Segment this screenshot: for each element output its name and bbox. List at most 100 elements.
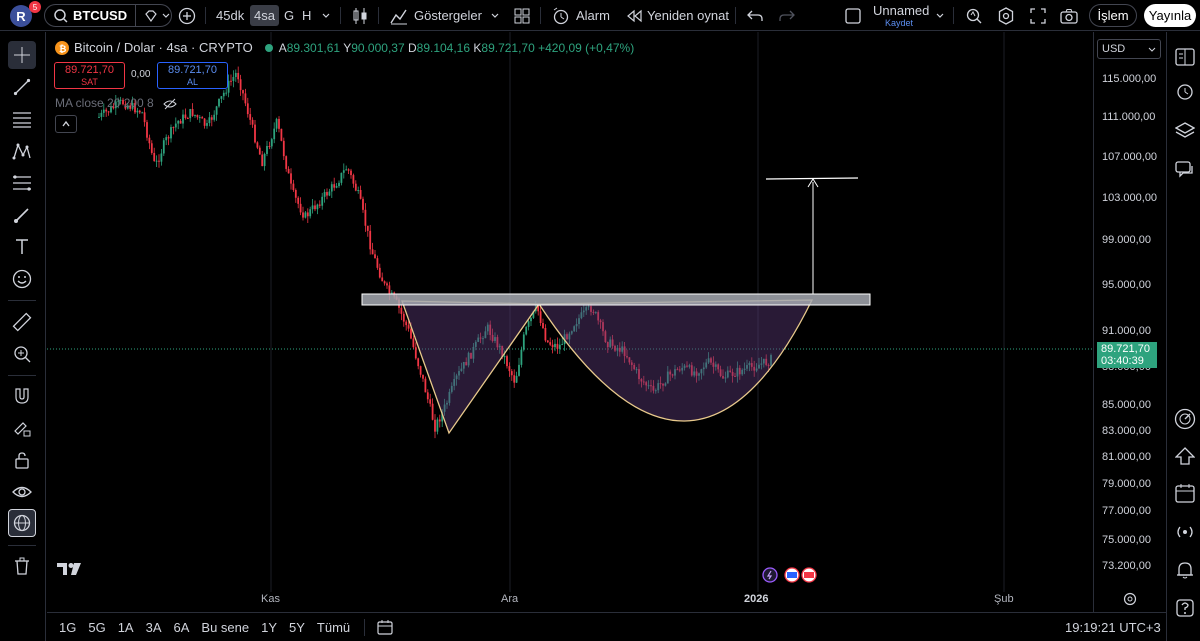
timeframe-h[interactable]: H [302,0,311,31]
magnet-tool[interactable] [8,382,36,410]
lock-tool[interactable] [8,446,36,474]
divider [205,7,206,24]
candle-body [369,230,372,250]
layout-name[interactable]: Unnamed [873,3,929,18]
range-3a[interactable]: 3A [146,620,162,635]
chevron-down-icon[interactable] [935,11,945,21]
event-icons[interactable] [762,567,817,583]
price-chart[interactable] [47,32,1093,612]
redo-icon[interactable] [779,8,795,24]
text-tool[interactable] [8,233,36,261]
layout-checkbox-icon[interactable] [845,8,861,24]
ideas-button[interactable] [1174,445,1196,467]
broadcast-button[interactable] [1174,521,1196,543]
fib-tool[interactable] [8,169,36,197]
sell-label: SAT [81,77,98,87]
timeframe-4sa[interactable]: 4sa [250,0,279,31]
trade-button[interactable]: İşlem [1089,4,1137,27]
price-axis[interactable]: USD 115.000,00 111.000,00 107.000,00 103.00… [1093,32,1165,612]
brush-tool[interactable] [8,201,36,229]
alerts-button[interactable] [1174,80,1196,102]
target-button[interactable] [1174,408,1196,430]
alarm-clock-icon[interactable] [552,7,570,25]
replay-button[interactable]: Yeniden oynat [647,0,729,31]
candle-body [527,321,530,327]
candle-body [237,72,240,80]
help-button[interactable] [1174,597,1196,619]
candle-body [102,109,105,113]
ruler-tool[interactable] [8,308,36,336]
chevron-down-icon[interactable] [490,11,500,21]
candle-body [261,154,264,167]
global-drawings-tool[interactable] [8,509,36,537]
range-1a[interactable]: 1A [118,620,134,635]
neckline-rectangle[interactable] [361,293,871,306]
chevron-down-icon[interactable] [161,11,171,21]
range-all[interactable]: Tümü [317,620,350,635]
utc-clock[interactable]: 19:19:21 UTC+3 [1065,620,1161,635]
price-tick-label: 85.000,00 [1102,399,1151,411]
horizontal-lines-tool[interactable] [8,105,36,133]
candle-body [234,72,237,77]
chevron-down-icon[interactable] [321,11,331,21]
notifications-button[interactable] [1174,559,1196,581]
visibility-tool[interactable] [8,478,36,506]
quick-search-icon[interactable] [965,7,983,25]
range-1g[interactable]: 1G [59,620,76,635]
collapse-legend-button[interactable] [55,115,77,133]
currency-select[interactable]: USD [1097,39,1161,59]
zoom-tool[interactable] [8,340,36,368]
range-1y[interactable]: 1Y [261,620,277,635]
diamond-icon[interactable] [144,9,158,23]
timeframe-45dk[interactable]: 45dk [216,0,244,31]
range-5g[interactable]: 5G [88,620,105,635]
crosshair-tool[interactable] [8,41,36,69]
candle-body [328,191,331,196]
candle-body [366,225,369,231]
candles-icon[interactable] [351,7,369,25]
candle-body [206,123,208,126]
symbol-title[interactable]: Bitcoin / Dolar · 4sa · CRYPTO [74,40,253,55]
text-icon [16,239,28,254]
fullscreen-icon[interactable] [1030,8,1046,24]
target-line[interactable] [765,177,859,180]
chat-button[interactable] [1174,159,1196,181]
lock-drawing-tool[interactable] [8,414,36,442]
bell-icon [1177,562,1193,579]
symbol-search[interactable]: BTCUSD [44,4,172,27]
calendar-button[interactable] [1174,482,1196,504]
range-5y[interactable]: 5Y [289,620,305,635]
candle-body [170,127,172,139]
watchlist-button[interactable] [1174,46,1196,68]
ma-indicator-label[interactable]: MA close 20 200 8 [55,96,177,110]
range-ytd[interactable]: Bu sene [201,620,249,635]
delete-tool[interactable] [8,552,36,580]
indicators-icon[interactable] [390,7,408,25]
publish-button[interactable]: Yayınla [1144,4,1196,27]
trend-line-tool[interactable] [8,73,36,101]
save-label[interactable]: Kaydet [885,18,913,28]
replay-icon[interactable] [626,9,642,23]
buy-button[interactable]: 89.721,70 AL [157,62,228,89]
sell-button[interactable]: 89.721,70 SAT [54,62,125,89]
candle-body [381,277,384,282]
indicators-button[interactable]: Göstergeler [414,0,482,31]
undo-icon[interactable] [747,8,763,24]
layouts-grid-icon[interactable] [514,8,530,24]
candle-body [297,197,300,204]
gear-icon[interactable] [997,7,1015,25]
alarm-button[interactable]: Alarm [576,0,610,31]
camera-icon[interactable] [1060,8,1078,24]
go-to-date-icon[interactable] [377,619,393,635]
chart-pane[interactable]: Kas Ara 2026 Şub [47,32,1137,612]
cup-pattern-shape[interactable] [537,299,814,422]
add-symbol-icon[interactable] [178,7,196,25]
range-6a[interactable]: 6A [174,620,190,635]
emoji-tool[interactable] [8,265,36,293]
layers-button[interactable] [1174,120,1196,142]
eye-hidden-icon[interactable] [163,98,177,110]
timeframe-g[interactable]: G [284,0,294,31]
candle-body [304,212,307,218]
candle-body [314,205,316,210]
pattern-tool[interactable] [8,137,36,165]
